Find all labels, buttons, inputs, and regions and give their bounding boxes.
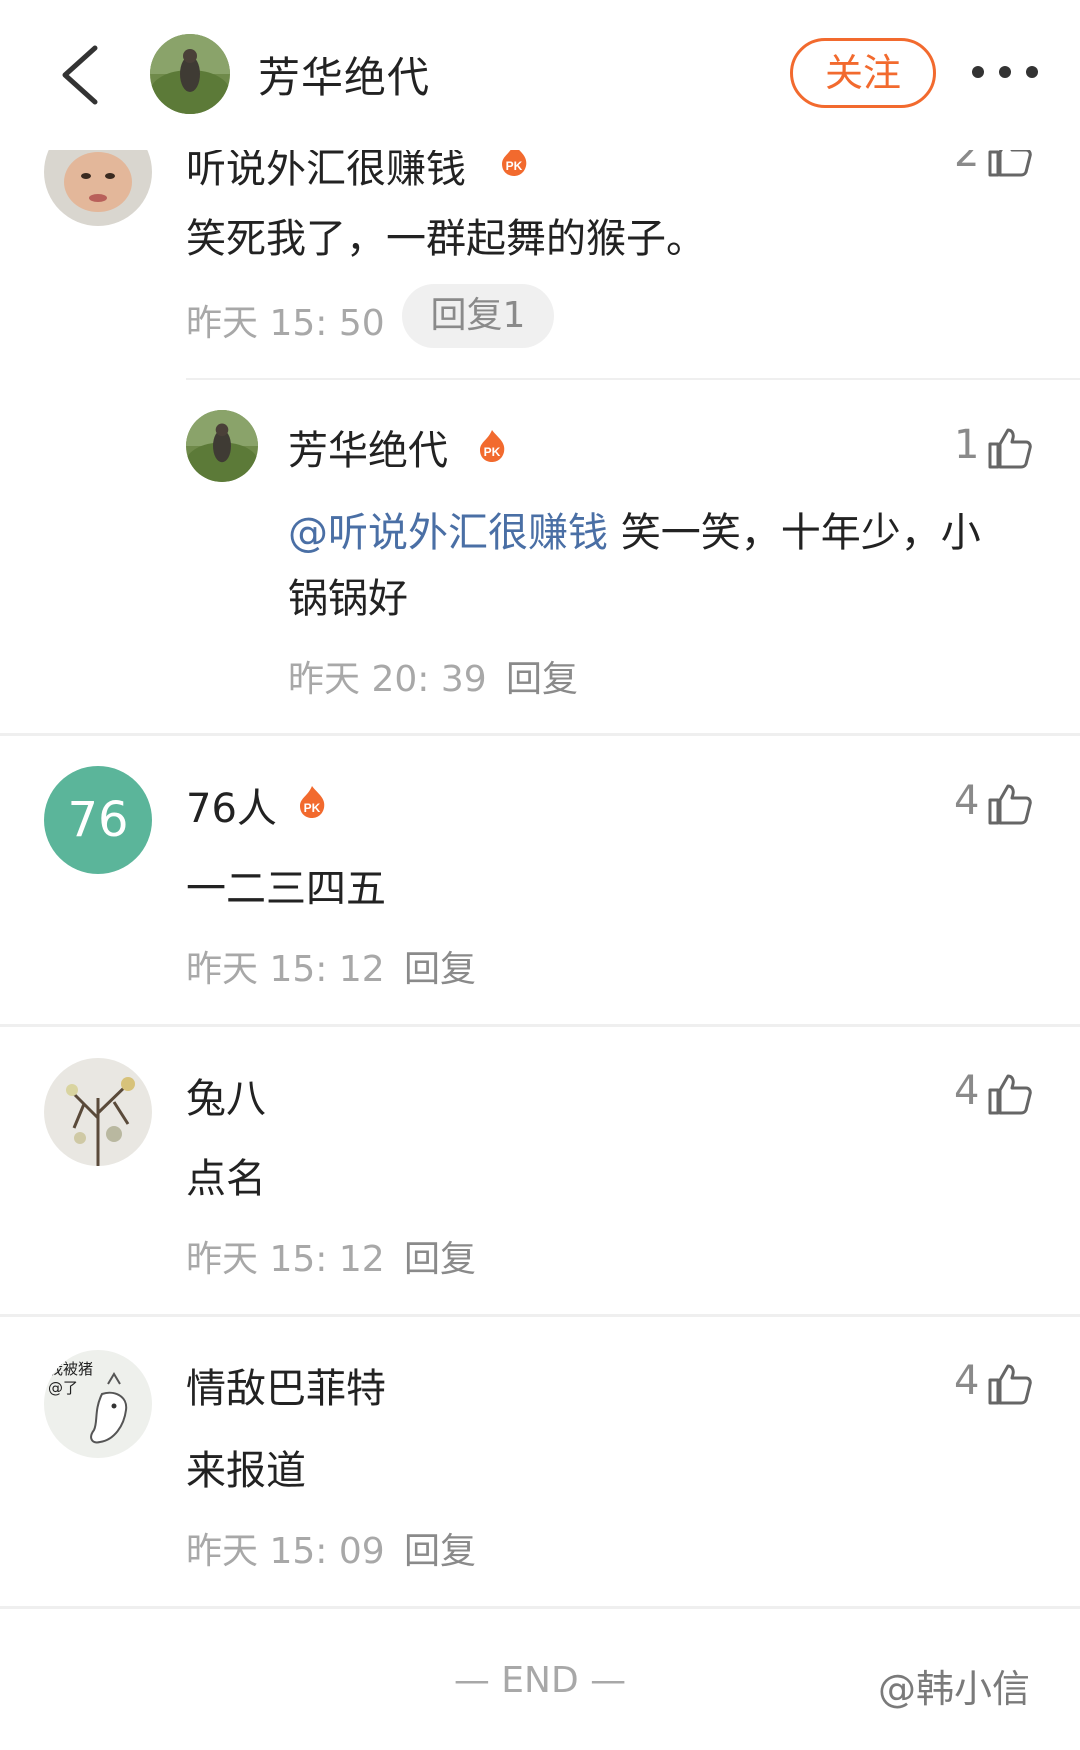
divider [0,1024,1080,1027]
commenter-avatar[interactable]: 我被猪@了 [44,1350,152,1458]
like-count: 4 [954,778,980,824]
reply-text-line1: @听说外汇很赚钱 笑一笑，十年少，小 [288,510,981,556]
top-bar: 芳华绝代 关注 [0,0,1080,150]
reply-author-name[interactable]: 芳华绝代 [288,418,448,476]
commenter-avatar[interactable] [44,1058,152,1166]
like-icon[interactable] [986,1070,1034,1118]
reply-button[interactable]: 回复 [404,1230,476,1282]
comment-text: 一二三四五 [186,866,386,912]
like-count: 4 [954,1068,980,1114]
commenter-name[interactable]: 76人 [186,776,277,834]
watermark: @韩小信 [878,1667,1031,1711]
more-options-icon[interactable] [972,60,1038,84]
comment-time: 昨天 15: 09 [186,1531,385,1572]
pk-badge-icon: PK [300,786,325,818]
thread-divider [186,378,1080,380]
follow-button[interactable]: 关注 [790,38,936,108]
comment-time: 昨天 15: 12 [186,949,385,990]
author-avatar[interactable] [150,34,230,114]
like-icon[interactable] [986,424,1034,472]
svg-text:PK: PK [484,445,501,459]
like-icon[interactable] [986,780,1034,828]
comment-text: 来报道 [186,1448,306,1494]
like-count: 4 [954,1358,980,1404]
reply-button[interactable]: 回复 [404,1522,476,1574]
comment-text: 笑死我了，一群起舞的猴子。 [186,216,706,262]
mention-link[interactable]: @听说外汇很赚钱 [288,510,608,556]
back-arrow-icon[interactable] [55,42,115,108]
view-replies-button[interactable]: 回复1 [402,284,554,348]
svg-text:PK: PK [506,159,523,173]
like-count: 1 [954,422,980,468]
comment-time: 昨天 15: 50 [186,303,385,344]
commenter-avatar[interactable]: 76 [44,766,152,874]
reply-time: 昨天 20: 39 [288,659,487,700]
author-name[interactable]: 芳华绝代 [258,44,430,105]
comment-time: 昨天 15: 12 [186,1239,385,1280]
divider [0,1606,1080,1609]
svg-text:PK: PK [304,801,321,815]
reply-text-line2: 锅锅好 [288,576,408,622]
commenter-name[interactable]: 情敌巴菲特 [186,1356,386,1414]
comment-text: 点名 [186,1156,266,1202]
avatar-caption: 我被猪@了 [48,1360,94,1397]
divider [0,733,1080,736]
divider [0,1314,1080,1317]
reply-button[interactable]: 回复 [404,940,476,992]
reply-avatar[interactable] [186,410,258,482]
pk-badge-icon: PK [480,430,505,462]
like-icon[interactable] [986,1360,1034,1408]
commenter-name[interactable]: 兔八 [186,1066,266,1124]
reply-button[interactable]: 回复 [506,650,578,702]
